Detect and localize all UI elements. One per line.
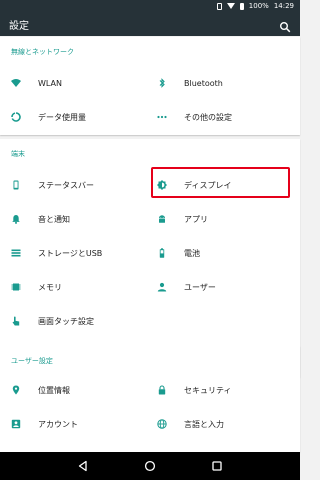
settings-item-label: その他の設定 [184,112,232,122]
location-icon [11,385,21,395]
globe-icon [157,419,167,429]
section-header-device: 端末 [11,150,25,158]
settings-item-sound[interactable]: 音と通知 [11,202,141,236]
battery-icon [157,248,167,258]
settings-item-label: Bluetooth [184,78,223,88]
settings-item-accounts[interactable]: アカウント [11,407,141,441]
brightness-icon [157,180,167,190]
touch-icon [11,316,21,326]
more-icon [157,112,167,122]
settings-item-label: 画面タッチ設定 [38,316,94,326]
settings-item-label: 電池 [184,248,200,258]
settings-item-security[interactable]: セキュリティ [157,373,287,407]
settings-item-label: アカウント [38,419,78,429]
settings-item-statusbar[interactable]: ステータスバー [11,168,141,202]
settings-item-memory[interactable]: メモリ [11,270,141,304]
settings-item-display[interactable]: ディスプレイ [157,168,287,202]
settings-item-label: ディスプレイ [184,180,232,190]
phone-icon [11,180,21,190]
settings-item-label: 位置情報 [38,385,70,395]
settings-item-users[interactable]: ユーザー [157,270,287,304]
settings-item-wlan[interactable]: WLAN [11,66,141,100]
settings-item-label: ストレージとUSB [38,248,103,258]
bluetooth-icon [157,78,167,88]
wifi-icon [11,78,21,88]
settings-item-bluetooth[interactable]: Bluetooth [157,66,287,100]
settings-item-data-usage[interactable]: データ使用量 [11,100,141,134]
settings-item-apps[interactable]: アプリ [157,202,287,236]
battery-status-icon [239,2,244,10]
memory-icon [11,282,21,292]
device-card: 端末 ステータスバー ディスプレイ 音と通知 アプリ ストレージとUSB 電池 … [0,139,300,377]
settings-list: 無線とネットワーク WLAN Bluetooth データ使用量 その他の設定 端… [0,36,300,452]
settings-item-label: 音と通知 [38,214,70,224]
back-icon[interactable] [76,459,90,473]
page-title: 設定 [9,20,29,32]
clock: 14:29 [273,2,294,10]
settings-item-label: ステータスバー [38,180,94,190]
settings-item-touch[interactable]: 画面タッチ設定 [11,304,141,338]
settings-item-label: セキュリティ [184,385,232,395]
section-header-wireless: 無線とネットワーク [11,48,74,56]
settings-item-label: 言語と入力 [184,419,224,429]
section-header-personal: ユーザー設定 [11,357,53,365]
settings-item-label: メモリ [38,282,62,292]
data-usage-icon [11,112,21,122]
lock-icon [157,385,167,395]
settings-item-storage[interactable]: ストレージとUSB [11,236,141,270]
wifi-signal-icon [226,3,235,9]
settings-item-label: アプリ [184,214,208,224]
settings-item-label: データ使用量 [38,112,86,122]
search-icon[interactable] [279,18,291,33]
navigation-bar [0,452,300,480]
bell-icon [11,214,21,224]
settings-item-location[interactable]: 位置情報 [11,373,141,407]
battery-percent: 100% [248,2,269,10]
settings-item-language[interactable]: 言語と入力 [157,407,287,441]
account-icon [11,419,21,429]
home-icon[interactable] [143,459,157,473]
settings-item-more[interactable]: その他の設定 [157,100,287,134]
recents-icon[interactable] [210,459,224,473]
storage-icon [11,248,21,258]
app-bar: 設定 [0,12,300,36]
wireless-card: 無線とネットワーク WLAN Bluetooth データ使用量 その他の設定 [0,37,300,135]
personal-card: ユーザー設定 位置情報 セキュリティ アカウント 言語と入力 [0,346,300,452]
settings-item-battery[interactable]: 電池 [157,236,287,270]
android-icon [157,214,167,224]
status-bar: 100% 14:29 [0,0,300,12]
person-icon [157,282,167,292]
settings-item-label: WLAN [38,78,63,88]
vibrate-icon [216,2,222,10]
settings-item-label: ユーザー [184,282,216,292]
